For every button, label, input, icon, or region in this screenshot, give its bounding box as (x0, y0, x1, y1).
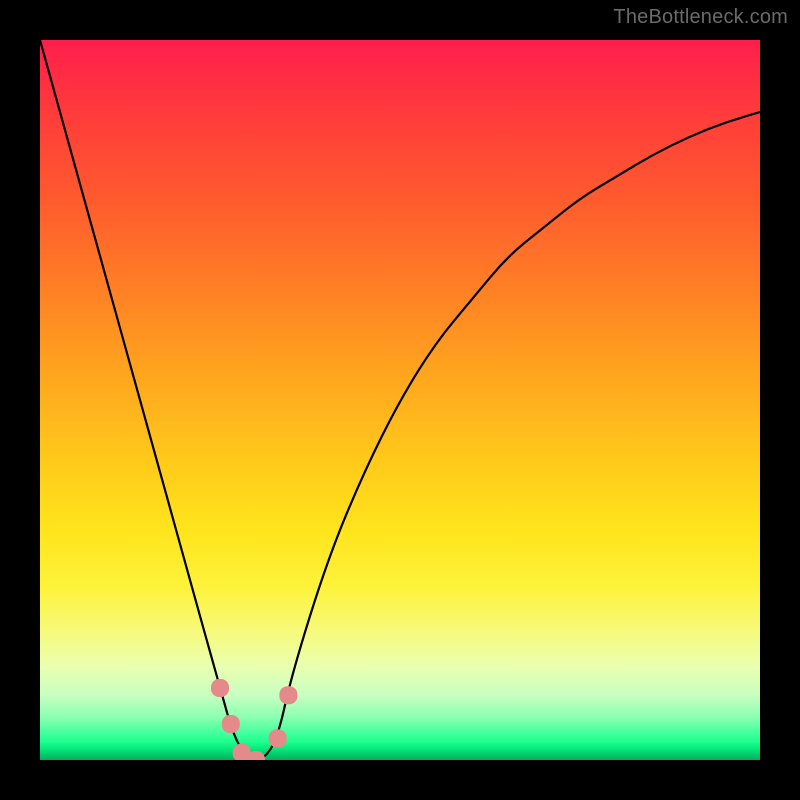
chart-container: TheBottleneck.com (0, 0, 800, 800)
curve-marker (269, 729, 287, 747)
marker-group (211, 679, 297, 760)
curve-marker (279, 686, 297, 704)
chart-svg (40, 40, 760, 760)
curve-marker (211, 679, 229, 697)
bottleneck-curve (40, 40, 760, 760)
attribution-text: TheBottleneck.com (613, 6, 788, 29)
curve-marker (222, 715, 240, 733)
plot-area (40, 40, 760, 760)
